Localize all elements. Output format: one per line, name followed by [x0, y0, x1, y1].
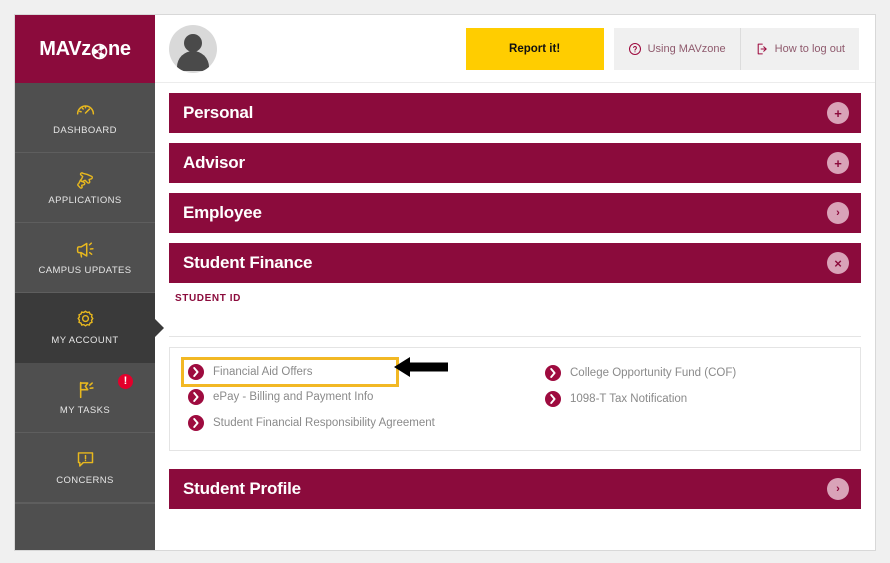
sidebar-item-dashboard[interactable]: DASHBOARD	[15, 83, 155, 153]
brand-logo-text: MAVz ne	[39, 38, 131, 61]
sidebar-item-label: CONCERNS	[56, 474, 114, 486]
accordion-title: Student Profile	[183, 479, 301, 498]
link-financial-aid-offers[interactable]: Financial Aid Offers	[181, 357, 399, 387]
sidebar-item-applications[interactable]: APPLICATIONS	[15, 153, 155, 223]
chevron-right-bullet-icon	[545, 391, 561, 407]
chevron-right-bullet-icon	[188, 364, 204, 380]
accordion-personal-header[interactable]: Personal +	[169, 93, 861, 133]
sidebar-item-label: CAMPUS UPDATES	[38, 264, 132, 276]
sidebar: MAVz ne DASHBOARD APPLICATIONS CAMPUS UP…	[15, 15, 155, 550]
section-divider	[169, 336, 861, 337]
link-epay-billing[interactable]: ePay - Billing and Payment Info	[184, 384, 515, 410]
task-alert-badge: !	[118, 374, 133, 389]
accordion-title: Student Finance	[183, 253, 313, 272]
student-finance-body: STUDENT ID Financial Aid Offers ePay - B…	[169, 283, 861, 459]
accordion-student-finance-header[interactable]: Student Finance ×	[169, 243, 861, 283]
flag-icon	[74, 379, 96, 401]
chevron-right-icon[interactable]: ›	[827, 478, 849, 500]
link-college-opportunity-fund[interactable]: College Opportunity Fund (COF)	[541, 360, 846, 386]
alert-chat-icon	[74, 449, 96, 471]
link-1098t-tax-notification[interactable]: 1098-T Tax Notification	[541, 386, 846, 412]
link-label: ePay - Billing and Payment Info	[213, 391, 374, 403]
using-mavzone-button[interactable]: Using MAVzone	[614, 28, 740, 70]
how-to-log-out-label: How to log out	[774, 42, 845, 55]
app-window: MAVz ne DASHBOARD APPLICATIONS CAMPUS UP…	[14, 14, 876, 551]
accordion-list: Personal + Advisor + Employee › Student …	[155, 83, 875, 550]
logout-icon	[755, 42, 769, 56]
sidebar-item-concerns[interactable]: CONCERNS	[15, 433, 155, 503]
accordion-title: Personal	[183, 103, 254, 122]
accordion-title: Employee	[183, 203, 262, 222]
brand-name-after: ne	[108, 37, 131, 60]
sidebar-item-label: MY TASKS	[59, 404, 111, 416]
sidebar-item-label: MY ACCOUNT	[51, 334, 119, 346]
sidebar-filler	[15, 503, 155, 550]
accordion-student-finance: Student Finance × STUDENT ID Financial A…	[169, 243, 861, 459]
chevron-right-bullet-icon	[188, 415, 204, 431]
sidebar-item-campus-updates[interactable]: CAMPUS UPDATES	[15, 223, 155, 293]
megaphone-icon	[74, 239, 96, 261]
accordion-employee-header[interactable]: Employee ›	[169, 193, 861, 233]
how-to-log-out-button[interactable]: How to log out	[739, 27, 859, 70]
chevron-right-bullet-icon	[188, 389, 204, 405]
close-icon[interactable]: ×	[827, 252, 849, 274]
main-area: Report it! Using MAVzone How to log out …	[155, 15, 875, 550]
report-it-button[interactable]: Report it!	[465, 27, 604, 70]
avatar-body	[177, 50, 209, 71]
puzzle-icon	[74, 169, 96, 191]
sidebar-item-my-tasks[interactable]: ! MY TASKS	[15, 363, 155, 433]
brand-name-before: MAVz	[39, 37, 91, 60]
student-id-label: STUDENT ID	[175, 293, 241, 304]
using-mavzone-label: Using MAVzone	[647, 42, 726, 55]
sidebar-item-label: DASHBOARD	[53, 124, 117, 136]
link-label: Student Financial Responsibility Agreeme…	[213, 417, 435, 429]
links-column-left: Financial Aid Offers ePay - Billing and …	[181, 357, 515, 436]
link-student-financial-responsibility-agreement[interactable]: Student Financial Responsibility Agreeme…	[184, 410, 515, 436]
link-label: 1098-T Tax Notification	[570, 393, 688, 405]
top-header: Report it! Using MAVzone How to log out	[155, 15, 875, 83]
links-column-right: College Opportunity Fund (COF) 1098-T Ta…	[515, 360, 846, 436]
accordion-employee: Employee ›	[169, 193, 861, 233]
avatar-head	[184, 33, 202, 52]
aperture-icon	[91, 43, 108, 60]
accordion-advisor-header[interactable]: Advisor +	[169, 143, 861, 183]
expand-plus-icon[interactable]: +	[827, 152, 849, 174]
brand-logo[interactable]: MAVz ne	[15, 15, 155, 83]
accordion-title: Advisor	[183, 153, 245, 172]
accordion-student-profile: Student Profile ›	[169, 469, 861, 509]
sidebar-item-label: APPLICATIONS	[48, 194, 122, 206]
accordion-advisor: Advisor +	[169, 143, 861, 183]
chevron-right-bullet-icon	[545, 365, 561, 381]
user-avatar-icon[interactable]	[169, 24, 217, 73]
header-help-group: Using MAVzone How to log out	[613, 27, 859, 70]
gauge-icon	[74, 99, 96, 121]
link-label: Financial Aid Offers	[213, 366, 313, 378]
student-finance-links-box: Financial Aid Offers ePay - Billing and …	[169, 347, 861, 451]
sidebar-item-my-account[interactable]: MY ACCOUNT	[15, 293, 155, 363]
expand-plus-icon[interactable]: +	[827, 102, 849, 124]
left-arrow-annotation	[392, 354, 452, 380]
chevron-right-icon[interactable]: ›	[827, 202, 849, 224]
question-circle-icon	[628, 42, 642, 56]
link-label: College Opportunity Fund (COF)	[570, 367, 737, 379]
accordion-personal: Personal +	[169, 93, 861, 133]
gear-icon	[74, 309, 96, 331]
accordion-student-profile-header[interactable]: Student Profile ›	[169, 469, 861, 509]
